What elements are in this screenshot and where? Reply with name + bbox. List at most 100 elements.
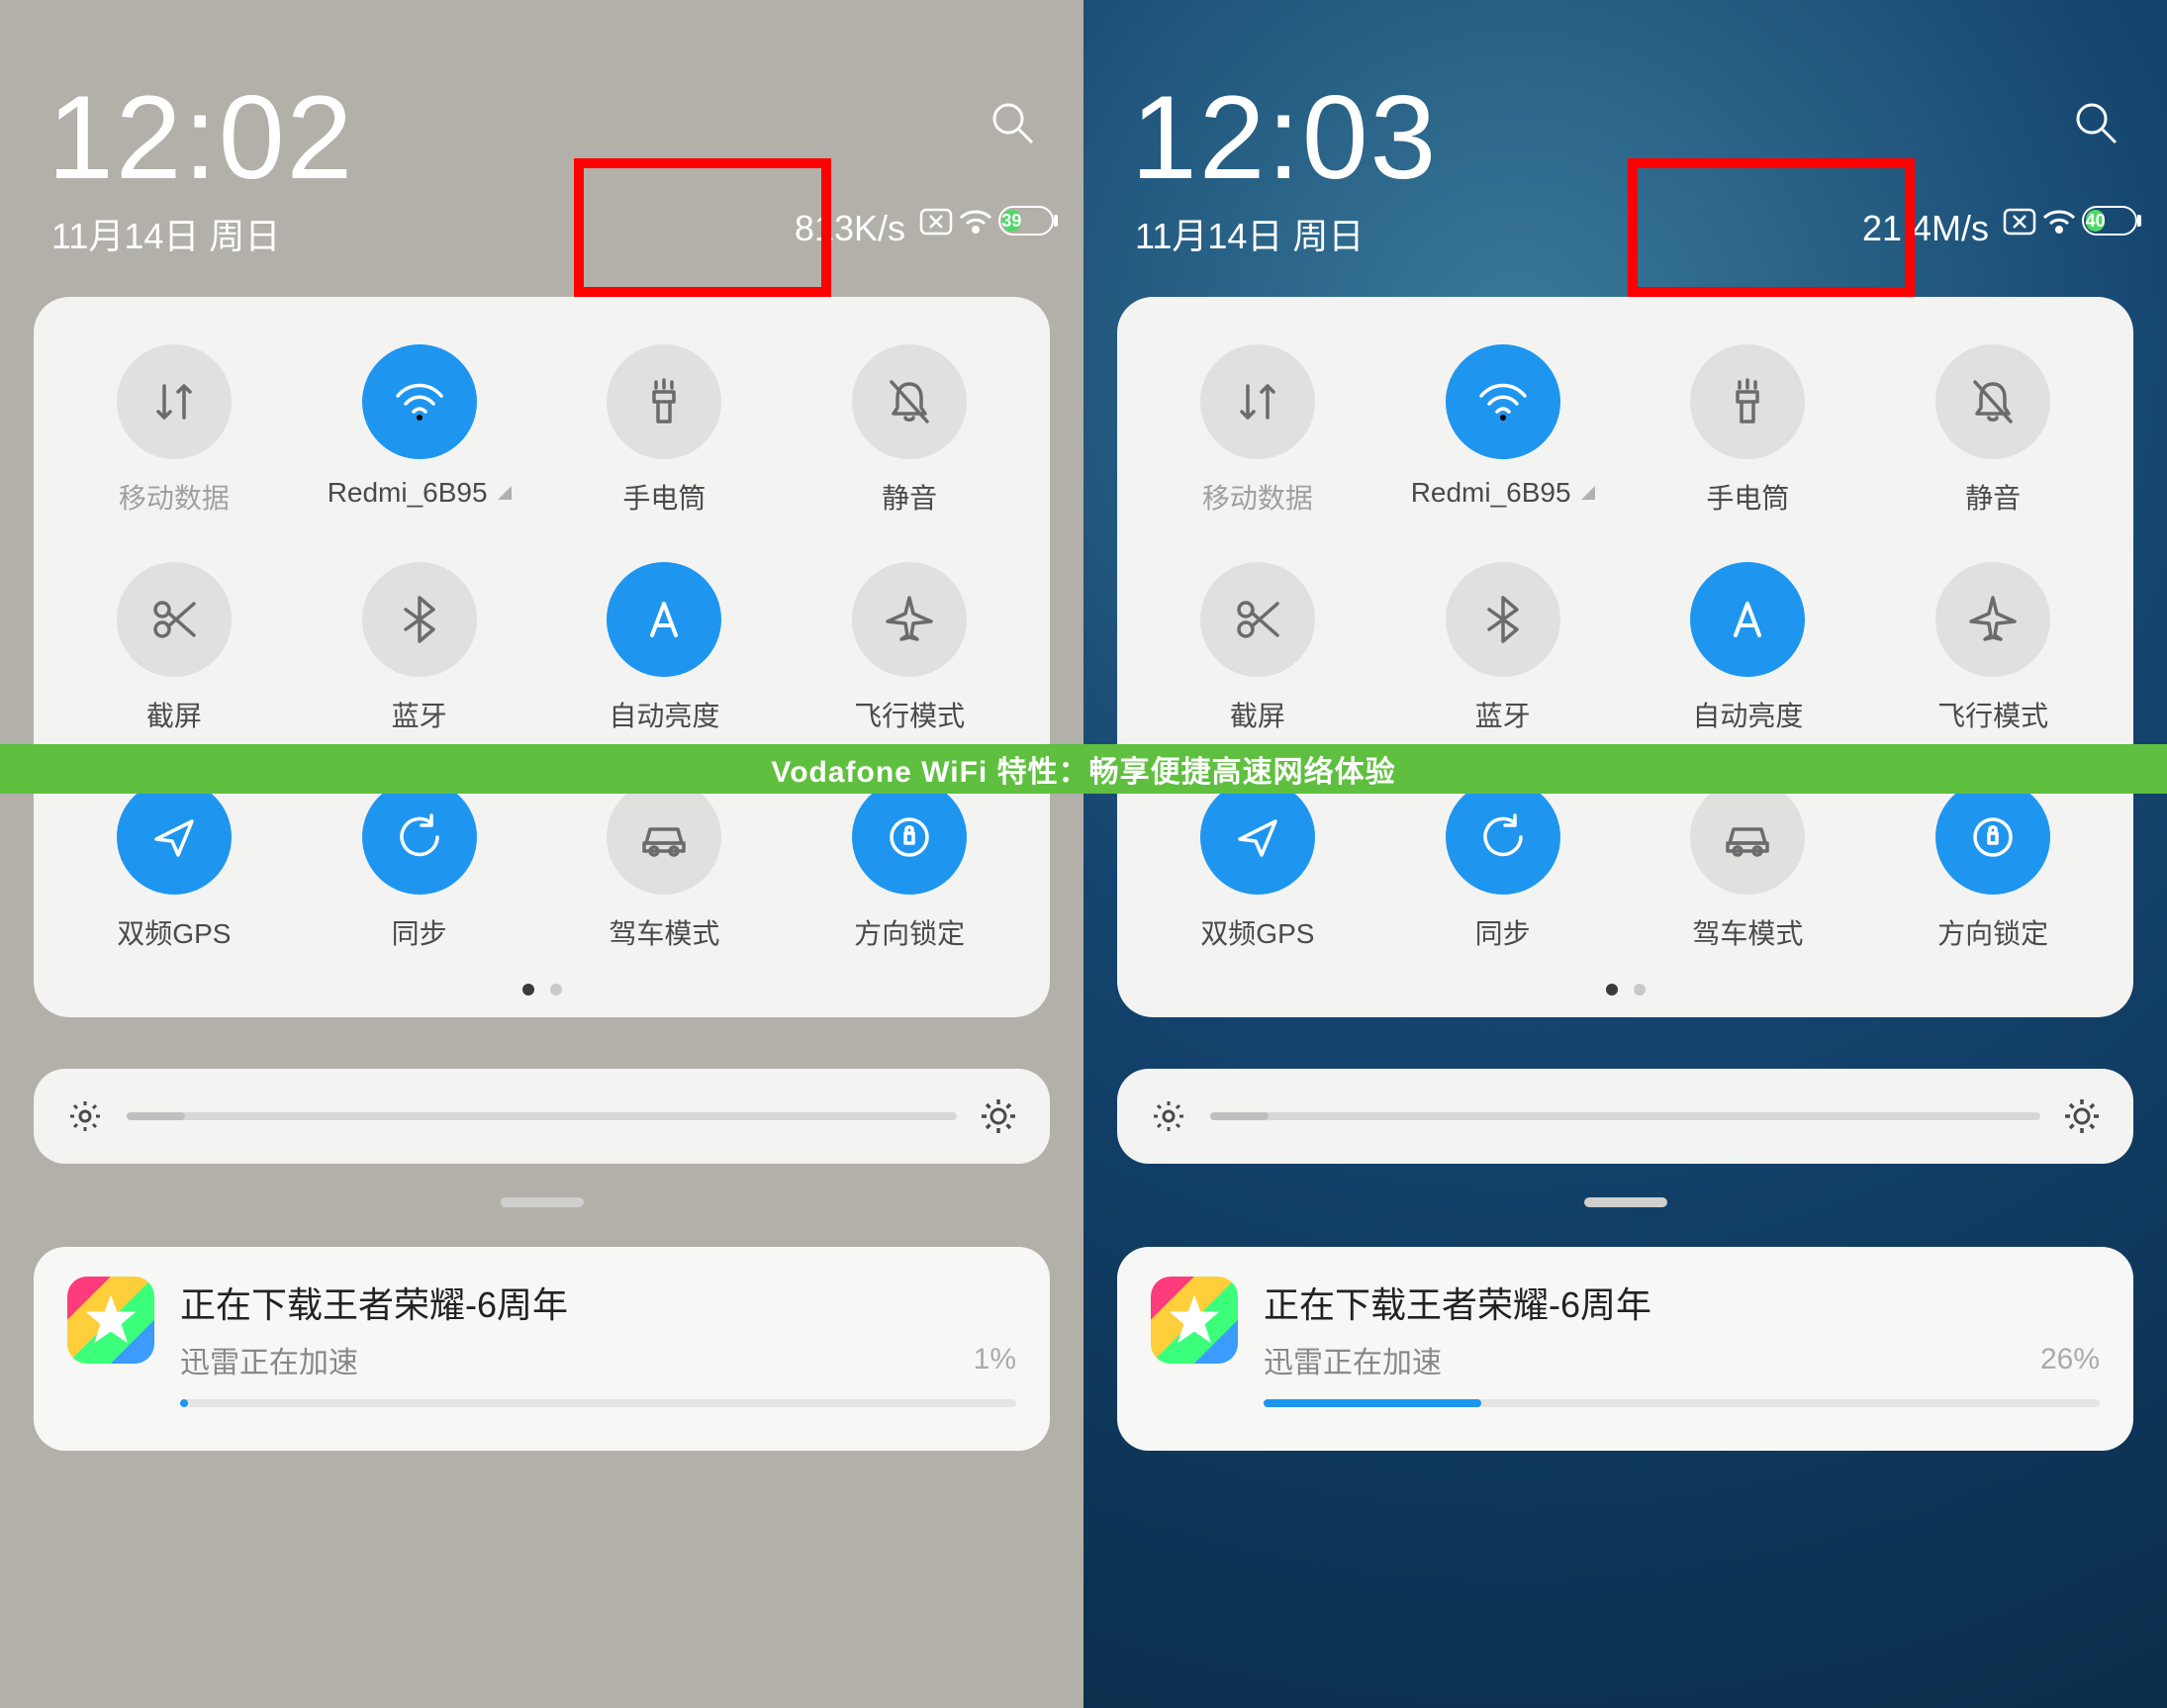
notification-title: 正在下载王者荣耀-6周年 [180, 1277, 1016, 1328]
signal-triangle-icon [1581, 486, 1595, 500]
autobrightness-toggle-button[interactable] [1690, 562, 1805, 677]
mobile-data-toggle-button[interactable] [117, 344, 232, 459]
torch-toggle-button[interactable] [607, 344, 721, 459]
wifi-toggle-button[interactable] [362, 344, 477, 459]
toggle-autobrightness[interactable]: 自动亮度 [542, 542, 788, 760]
gps-icon [1230, 809, 1285, 865]
sync-icon [1475, 809, 1531, 865]
brightness-low-icon [1151, 1098, 1186, 1134]
left-screenshot: 12:02 11月14日 周日 813K/s 39 移动数据Redmi_6B95… [0, 0, 1084, 1708]
gps-icon [146, 809, 202, 865]
screenshot-toggle-button[interactable] [117, 562, 232, 677]
brightness-high-icon [2064, 1098, 2100, 1134]
progress-bar [1264, 1399, 2100, 1407]
gps-label: 双频GPS [1200, 912, 1314, 952]
notification-card[interactable]: 正在下载王者荣耀-6周年 迅雷正在加速 26% [1117, 1247, 2133, 1451]
driving-toggle-button[interactable] [607, 780, 721, 895]
drag-handle[interactable] [501, 1197, 584, 1207]
quick-settings-panel: 移动数据Redmi_6B95手电筒静音截屏蓝牙自动亮度飞行模式双频GPS同步驾车… [34, 297, 1050, 1017]
airplane-icon [1965, 592, 2021, 647]
sync-toggle-button[interactable] [1446, 780, 1560, 895]
sync-label: 同步 [392, 912, 447, 952]
bluetooth-icon [392, 592, 447, 647]
toggle-wifi[interactable]: Redmi_6B95 [297, 325, 542, 542]
clock-date: 11月14日 周日 [1135, 208, 1364, 259]
mobile-data-label: 移动数据 [1202, 477, 1313, 517]
toggle-bluetooth[interactable]: 蓝牙 [297, 542, 542, 760]
screenshot-toggle-button[interactable] [1200, 562, 1315, 677]
battery-indicator: 39 [998, 206, 1054, 236]
rotation-label: 方向锁定 [854, 912, 965, 952]
toggle-wifi[interactable]: Redmi_6B95 [1380, 325, 1626, 542]
torch-label: 手电筒 [622, 477, 706, 517]
drag-handle[interactable] [1584, 1197, 1667, 1207]
mobile-data-label: 移动数据 [119, 477, 230, 517]
app-icon [67, 1277, 154, 1364]
airplane-toggle-button[interactable] [1935, 562, 2050, 677]
driving-icon [636, 809, 692, 865]
rotation-toggle-button[interactable] [1935, 780, 2050, 895]
notification-percent: 26% [2040, 1343, 2100, 1376]
airplane-toggle-button[interactable] [852, 562, 967, 677]
toggle-autobrightness[interactable]: 自动亮度 [1626, 542, 1871, 760]
torch-toggle-button[interactable] [1690, 344, 1805, 459]
driving-toggle-button[interactable] [1690, 780, 1805, 895]
notification-title: 正在下载王者荣耀-6周年 [1264, 1277, 2100, 1328]
gps-toggle-button[interactable] [1200, 780, 1315, 895]
bluetooth-label: 蓝牙 [1475, 695, 1531, 734]
notification-card[interactable]: 正在下载王者荣耀-6周年 迅雷正在加速 1% [34, 1247, 1050, 1451]
sync-toggle-button[interactable] [362, 780, 477, 895]
bluetooth-toggle-button[interactable] [1446, 562, 1560, 677]
toggle-airplane[interactable]: 飞行模式 [787, 542, 1032, 760]
toggle-screenshot[interactable]: 截屏 [1135, 542, 1380, 760]
driving-icon [1720, 809, 1775, 865]
autobrightness-toggle-button[interactable] [607, 562, 721, 677]
autobrightness-label: 自动亮度 [609, 695, 719, 734]
gps-label: 双频GPS [117, 912, 231, 952]
overlay-banner: Vodafone WiFi 特性：畅享便捷高速网络体验 [0, 744, 2167, 794]
toggle-mute[interactable]: 静音 [1870, 325, 2116, 542]
mute-toggle-button[interactable] [1935, 344, 2050, 459]
autobrightness-icon [636, 592, 692, 647]
progress-bar [180, 1399, 1016, 1407]
mobile-data-icon [146, 374, 202, 429]
mute-toggle-button[interactable] [852, 344, 967, 459]
toggle-bluetooth[interactable]: 蓝牙 [1380, 542, 1626, 760]
brightness-slider[interactable] [34, 1069, 1050, 1164]
pager-dot-1 [522, 984, 534, 996]
battery-indicator: 40 [2082, 206, 2137, 236]
rotation-toggle-button[interactable] [852, 780, 967, 895]
rotation-icon [882, 809, 937, 865]
mobile-data-icon [1230, 374, 1285, 429]
search-icon [989, 99, 1036, 146]
right-screenshot: 12:03 11月14日 周日 21.4M/s 40 移动数据Redmi_6B9… [1084, 0, 2167, 1708]
bluetooth-toggle-button[interactable] [362, 562, 477, 677]
sim-off-icon [2003, 208, 2036, 240]
toggle-mobile-data[interactable]: 移动数据 [1135, 325, 1380, 542]
screenshot-label: 截屏 [1230, 695, 1285, 734]
toggle-airplane[interactable]: 飞行模式 [1870, 542, 2116, 760]
overlay-banner-text: Vodafone WiFi 特性：畅享便捷高速网络体验 [771, 747, 1395, 791]
notification-percent: 1% [974, 1343, 1016, 1376]
autobrightness-icon [1720, 592, 1775, 647]
annotation-red-box [574, 158, 831, 297]
autobrightness-label: 自动亮度 [1692, 695, 1803, 734]
search-button[interactable] [989, 99, 1036, 151]
pager-dots[interactable] [51, 978, 1032, 999]
notification-subtitle: 迅雷正在加速 [180, 1338, 358, 1381]
search-button[interactable] [2072, 99, 2120, 151]
toggle-mute[interactable]: 静音 [787, 325, 1032, 542]
gps-toggle-button[interactable] [117, 780, 232, 895]
wifi-toggle-button[interactable] [1446, 344, 1560, 459]
toggle-screenshot[interactable]: 截屏 [51, 542, 297, 760]
brightness-slider[interactable] [1117, 1069, 2133, 1164]
mobile-data-toggle-button[interactable] [1200, 344, 1315, 459]
battery-percent: 39 [1001, 211, 1021, 232]
toggle-torch[interactable]: 手电筒 [542, 325, 788, 542]
toggle-mobile-data[interactable]: 移动数据 [51, 325, 297, 542]
pager-dots[interactable] [1135, 978, 2116, 999]
brightness-track [1210, 1112, 2040, 1120]
toggle-torch[interactable]: 手电筒 [1626, 325, 1871, 542]
wifi-status-icon [959, 208, 992, 240]
wifi-icon [1475, 374, 1531, 429]
